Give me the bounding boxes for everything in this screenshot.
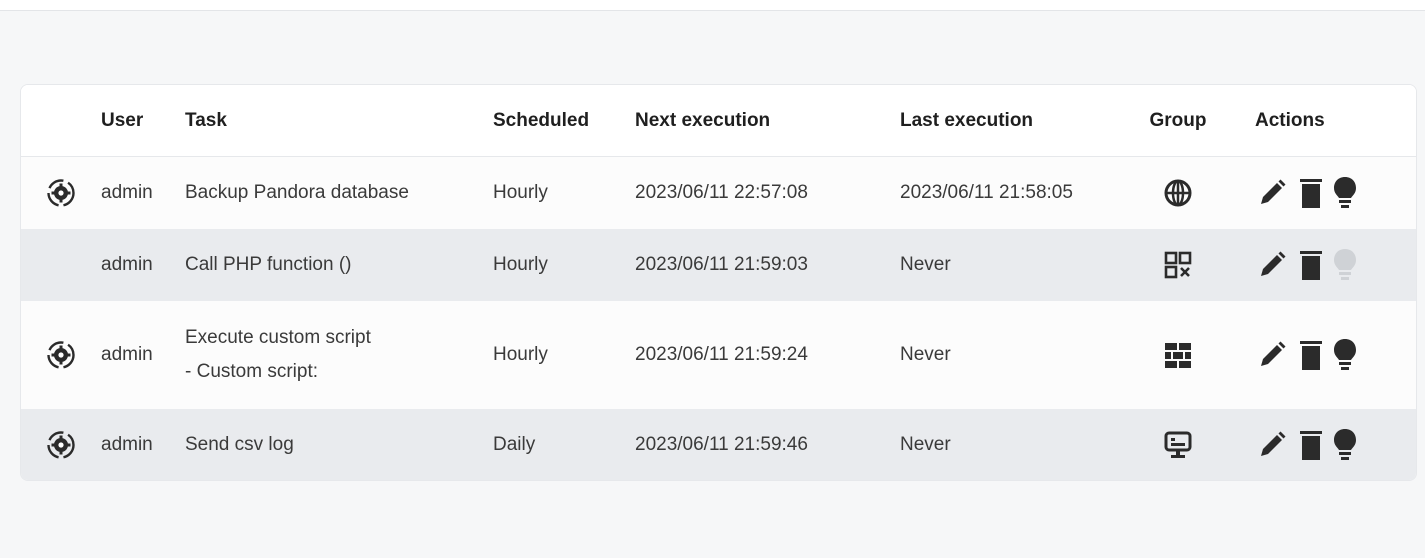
gear-cycle-icon	[41, 301, 81, 409]
column-header-group[interactable]: Group	[1150, 85, 1207, 156]
column-header-next-execution[interactable]: Next execution	[635, 85, 770, 156]
row-actions	[1255, 301, 1357, 409]
column-header-task[interactable]: Task	[185, 85, 227, 156]
edit-icon[interactable]	[1255, 428, 1289, 462]
column-header-actions: Actions	[1255, 109, 1325, 131]
last-execution-cell: 2023/06/11 21:58:05	[900, 182, 1073, 203]
row-actions	[1255, 409, 1357, 480]
user-cell: admin	[101, 434, 153, 455]
scheduled-cell: Hourly	[493, 254, 548, 275]
edit-icon[interactable]	[1255, 248, 1289, 282]
table-row: admin Execute custom script - Custom scr…	[21, 301, 1416, 409]
last-execution-cell: Never	[900, 344, 951, 365]
user-cell: admin	[101, 254, 153, 275]
bulb-icon[interactable]	[1333, 175, 1357, 211]
column-header-user[interactable]: User	[101, 85, 143, 156]
bulb-icon[interactable]	[1333, 247, 1357, 283]
task-cell: Execute custom script - Custom script:	[185, 301, 371, 409]
user-cell: admin	[101, 182, 153, 203]
column-header-last-execution[interactable]: Last execution	[900, 85, 1033, 156]
edit-icon[interactable]	[1255, 338, 1289, 372]
globe-icon	[1155, 157, 1201, 229]
top-bar	[0, 0, 1425, 11]
table-row: admin Call PHP function () Hourly 2023/0…	[21, 229, 1416, 301]
next-execution-cell: 2023/06/11 21:59:03	[635, 254, 808, 275]
task-cell: Send csv log	[185, 434, 294, 455]
bricks-icon	[1155, 301, 1201, 409]
table-row: admin Send csv log Daily 2023/06/11 21:5…	[21, 409, 1416, 480]
delete-icon[interactable]	[1299, 248, 1323, 282]
task-cell: Backup Pandora database	[185, 182, 409, 203]
bulb-icon[interactable]	[1333, 337, 1357, 373]
task-cell: Call PHP function ()	[185, 254, 352, 275]
column-header-scheduled[interactable]: Scheduled	[493, 85, 589, 156]
table-row: admin Backup Pandora database Hourly 202…	[21, 157, 1416, 229]
next-execution-cell: 2023/06/11 21:59:46	[635, 434, 808, 455]
last-execution-cell: Never	[900, 254, 951, 275]
delete-icon[interactable]	[1299, 428, 1323, 462]
scheduled-tasks-table: User Task Scheduled Next execution Last …	[20, 84, 1417, 481]
bulb-icon[interactable]	[1333, 427, 1357, 463]
task-name: Execute custom script	[185, 327, 371, 348]
scheduled-cell: Hourly	[493, 344, 548, 365]
row-actions	[1255, 229, 1357, 301]
gear-cycle-icon	[41, 409, 81, 480]
delete-icon[interactable]	[1299, 176, 1323, 210]
task-detail: - Custom script:	[185, 361, 319, 382]
delete-icon[interactable]	[1299, 338, 1323, 372]
monitor-icon	[1155, 409, 1201, 480]
scheduled-cell: Daily	[493, 434, 536, 455]
next-execution-cell: 2023/06/11 21:59:24	[635, 344, 808, 365]
row-actions	[1255, 157, 1357, 229]
user-cell: admin	[101, 344, 153, 365]
scheduled-cell: Hourly	[493, 182, 548, 203]
next-execution-cell: 2023/06/11 22:57:08	[635, 182, 808, 203]
grid-x-icon	[1155, 229, 1201, 301]
gear-cycle-icon	[41, 157, 81, 229]
last-execution-cell: Never	[900, 434, 951, 455]
table-header: User Task Scheduled Next execution Last …	[21, 85, 1416, 157]
edit-icon[interactable]	[1255, 176, 1289, 210]
